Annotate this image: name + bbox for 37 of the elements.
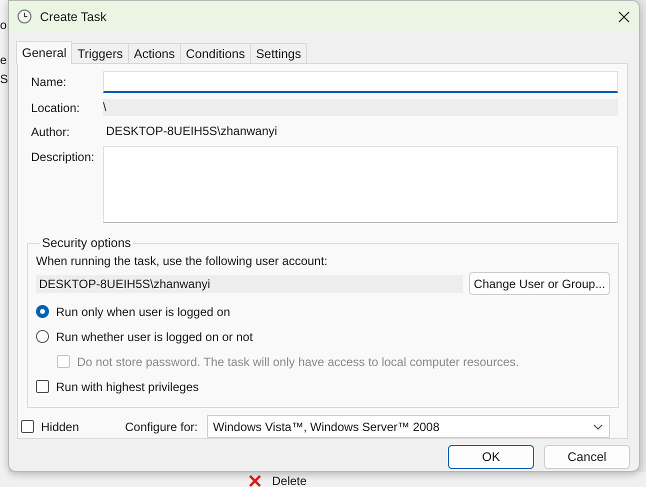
chevron-down-icon xyxy=(593,424,603,430)
window-title: Create Task xyxy=(40,10,106,24)
dialog-button[interactable]: OK xyxy=(448,445,534,469)
dialog-button[interactable]: Cancel xyxy=(544,445,630,469)
clock-icon xyxy=(17,9,32,24)
name-field[interactable] xyxy=(103,71,618,93)
option-label: Do not store password. The task will only have access to local computer resources. xyxy=(77,354,519,368)
checkbox[interactable] xyxy=(21,420,34,433)
tab[interactable]: General xyxy=(16,41,72,64)
tab[interactable]: Settings xyxy=(250,43,308,63)
field-label: Description: xyxy=(31,150,96,164)
description-field[interactable] xyxy=(103,146,618,223)
background-text: e xyxy=(0,53,7,67)
tab[interactable]: Triggers xyxy=(71,43,129,63)
field-label: Author: xyxy=(31,124,71,138)
radio-button[interactable] xyxy=(36,305,49,318)
checkbox-label: Hidden xyxy=(41,420,80,434)
account-prompt: When running the task, use the following user account: xyxy=(36,254,329,268)
radio-button[interactable] xyxy=(36,330,49,343)
author-value: DESKTOP-8UEIH5S\zhanwanyi xyxy=(105,123,278,140)
option-label: Run with highest privileges xyxy=(56,380,199,394)
checkbox[interactable] xyxy=(36,380,49,393)
field-label: Location: xyxy=(31,100,81,114)
option-label: Run whether user is logged on or not xyxy=(56,330,253,344)
option-label: Run only when user is logged on xyxy=(56,304,230,318)
close-icon xyxy=(618,10,630,22)
group-title: Security options xyxy=(41,236,132,250)
background-text: o xyxy=(0,18,7,32)
field-label: Name: xyxy=(31,75,68,89)
field-label: Configure for: xyxy=(125,420,199,434)
configure-dropdown[interactable]: Windows Vista™, Windows Server™ 2008 xyxy=(207,415,610,438)
account-value: DESKTOP-8UEIH5S\zhanwanyi xyxy=(36,274,463,292)
change-user-button[interactable]: Change User or Group... xyxy=(469,272,610,295)
delete-icon xyxy=(248,475,262,487)
toolbar-item[interactable]: Delete xyxy=(272,474,307,487)
location-value: \ xyxy=(103,99,618,116)
background-text: S xyxy=(0,72,8,86)
